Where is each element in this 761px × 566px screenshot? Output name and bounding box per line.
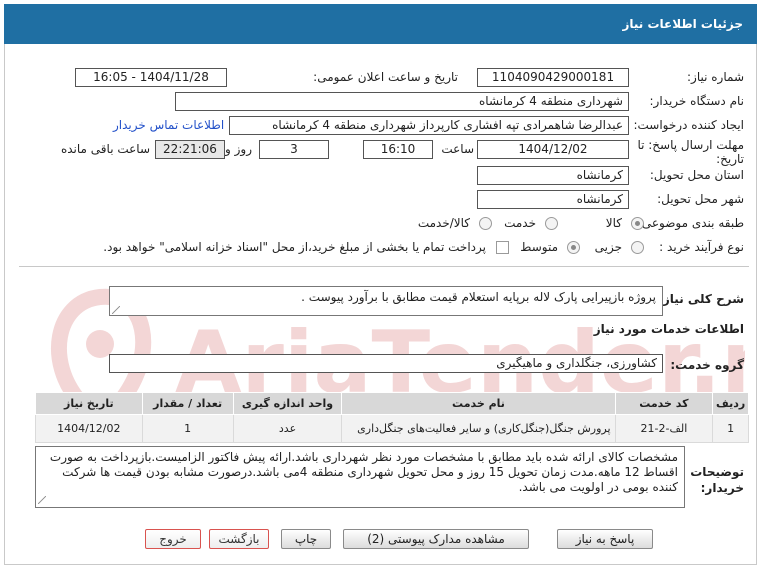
page-title: جزئیات اطلاعات نیاز xyxy=(622,17,743,31)
process-medium-radio[interactable] xyxy=(567,241,580,254)
cell-quantity: 1 xyxy=(141,414,234,443)
need-desc-label: شرح کلی نیاز: xyxy=(658,292,744,306)
category-label: طبقه بندی موضوعی: xyxy=(637,216,744,230)
deadline-time-field: 16:10 xyxy=(363,140,433,159)
days-field: 3 xyxy=(259,140,329,159)
table-row: 1 الف-2-21 پرورش جنگل(جنگل‌کاری) و سایر … xyxy=(35,414,749,443)
creator-field: عبدالرضا شاهمرادی تپه افشاری کارپرداز شه… xyxy=(229,116,629,135)
category-service-label: خدمت xyxy=(504,216,536,230)
service-group-field: کشاورزی، جنگلداری و ماهیگیری xyxy=(109,354,663,373)
province-field: کرمانشاه xyxy=(477,166,629,185)
city-label: شهر محل تحویل: xyxy=(657,192,744,206)
reply-button[interactable]: پاسخ به نیاز xyxy=(557,529,653,549)
city-field: کرمانشاه xyxy=(477,190,629,209)
category-goods-service-radio[interactable] xyxy=(479,217,492,230)
col-service-name: نام خدمت xyxy=(341,392,616,415)
services-title: اطلاعات خدمات مورد نیاز xyxy=(593,322,744,336)
deadline-date-field: 1404/12/02 xyxy=(477,140,629,159)
province-label: استان محل تحویل: xyxy=(649,168,744,182)
category-goods-radio[interactable] xyxy=(631,217,644,230)
cell-row: 1 xyxy=(712,414,749,443)
service-group-label: گروه خدمت: xyxy=(670,358,744,372)
print-button[interactable]: چاپ xyxy=(281,529,331,549)
col-row: ردیف xyxy=(712,392,749,415)
col-need-date: تاریخ نیاز xyxy=(35,392,143,415)
process-minor-label: جزیی xyxy=(594,240,622,254)
buyer-contact-link[interactable]: اطلاعات تماس خریدار xyxy=(113,118,224,132)
day-and-label: روز و xyxy=(225,142,252,156)
notes-resize-handle[interactable] xyxy=(38,496,46,504)
col-quantity: تعداد / مقدار xyxy=(141,392,234,415)
services-table: ردیف کد خدمت نام خدمت واحد اندازه گیری ت… xyxy=(35,392,749,443)
cell-service-name: پرورش جنگل(جنگل‌کاری) و سایر فعالیت‌های … xyxy=(341,414,616,443)
category-service-radio[interactable] xyxy=(545,217,558,230)
need-number-label: شماره نیاز: xyxy=(687,70,744,84)
buyer-notes-label: توضیحات خریدار: xyxy=(690,465,744,495)
table-header-row: ردیف کد خدمت نام خدمت واحد اندازه گیری ت… xyxy=(35,392,749,415)
treasury-payment-note: پرداخت تمام یا بخشی از مبلغ خرید،از محل … xyxy=(103,240,486,254)
buyer-org-field: شهرداری منطقه 4 کرمانشاه xyxy=(175,92,629,111)
process-type-label: نوع فرآیند خرید : xyxy=(659,240,744,254)
buyer-org-label: نام دستگاه خریدار: xyxy=(649,94,745,108)
page-header: جزئیات اطلاعات نیاز xyxy=(4,4,757,44)
view-attachments-button[interactable]: مشاهده مدارک پیوستی (2) xyxy=(343,529,529,549)
treasury-payment-checkbox[interactable] xyxy=(496,241,509,254)
announce-datetime-field: 1404/11/28 - 16:05 xyxy=(75,68,227,87)
col-service-code: کد خدمت xyxy=(614,392,714,415)
need-number-field: 1104090429000181 xyxy=(477,68,629,87)
creator-label: ایجاد کننده درخواست: xyxy=(633,118,744,132)
resize-handle[interactable] xyxy=(112,306,120,314)
cell-service-code: الف-2-21 xyxy=(614,414,714,443)
exit-button[interactable]: خروج xyxy=(145,529,201,549)
need-desc-field: پروژه بازپیرایی پارک لاله برپایه استعلام… xyxy=(109,286,663,316)
deadline-label: مهلت ارسال پاسخ: تا تاریخ: xyxy=(637,138,744,166)
process-minor-radio[interactable] xyxy=(631,241,644,254)
back-button[interactable]: بازگشت xyxy=(209,529,269,549)
remaining-time-field: 22:21:06 xyxy=(155,140,225,159)
cell-need-date: 1404/12/02 xyxy=(35,414,143,443)
remaining-label: ساعت باقی مانده xyxy=(60,142,150,156)
category-goods-label: کالا xyxy=(605,216,622,230)
category-goods-service-label: کالا/خدمت xyxy=(417,216,470,230)
process-medium-label: متوسط xyxy=(520,240,558,254)
deadline-time-label: ساعت xyxy=(441,142,474,156)
col-unit: واحد اندازه گیری xyxy=(232,392,343,415)
need-details-panel: AriaTender.net شماره نیاز: 1104090429000… xyxy=(4,44,757,565)
cell-unit: عدد xyxy=(232,414,343,443)
announce-datetime-label: تاریخ و ساعت اعلان عمومی: xyxy=(313,70,458,84)
buyer-notes-field: مشخصات کالای ارائه شده باید مطابق با مشخ… xyxy=(35,446,685,508)
divider xyxy=(19,266,749,267)
